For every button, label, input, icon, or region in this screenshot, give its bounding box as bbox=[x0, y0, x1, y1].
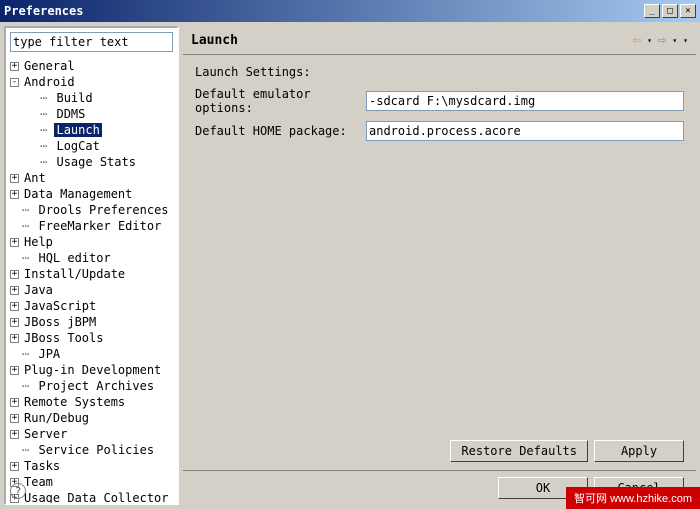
minimize-button[interactable]: _ bbox=[644, 4, 660, 18]
tree-item[interactable]: +Plug-in Development bbox=[6, 362, 177, 378]
tree-item[interactable]: ⋯ HQL editor bbox=[6, 250, 177, 266]
expand-icon[interactable]: + bbox=[10, 398, 19, 407]
tree-item[interactable]: +Data Management bbox=[6, 186, 177, 202]
watermark: 智可网 www.hzhike.com bbox=[566, 487, 700, 509]
tree-label[interactable]: Java bbox=[22, 283, 55, 297]
emulator-options-input[interactable] bbox=[366, 91, 684, 111]
expand-icon[interactable]: + bbox=[10, 302, 19, 311]
tree-item[interactable]: ⋯ FreeMarker Editor bbox=[6, 218, 177, 234]
filter-input[interactable] bbox=[10, 32, 173, 52]
tree-item[interactable]: +Team bbox=[6, 474, 177, 490]
settings-title: Launch Settings: bbox=[195, 65, 684, 79]
help-icon[interactable]: ? bbox=[10, 483, 26, 499]
tree-item[interactable]: +Usage Data Collector bbox=[6, 490, 177, 503]
tree-label[interactable]: Team bbox=[22, 475, 55, 489]
tree-item[interactable]: ⋯ Drools Preferences bbox=[6, 202, 177, 218]
tree-label[interactable]: Server bbox=[22, 427, 69, 441]
tree-item[interactable]: +JavaScript bbox=[6, 298, 177, 314]
expand-icon[interactable]: + bbox=[10, 238, 19, 247]
home-package-input[interactable] bbox=[366, 121, 684, 141]
tree-label[interactable]: Help bbox=[22, 235, 55, 249]
left-panel: +General-Android⋯ Build⋯ DDMS⋯ Launch⋯ L… bbox=[4, 26, 179, 505]
tree-item[interactable]: +JBoss Tools bbox=[6, 330, 177, 346]
apply-button[interactable]: Apply bbox=[594, 440, 684, 462]
tree-label[interactable]: Data Management bbox=[22, 187, 134, 201]
expand-icon[interactable]: + bbox=[10, 62, 19, 71]
tree-label[interactable]: JPA bbox=[36, 347, 62, 361]
tree-label[interactable]: Ant bbox=[22, 171, 48, 185]
tree-label[interactable]: General bbox=[22, 59, 77, 73]
tree-label[interactable]: Install/Update bbox=[22, 267, 127, 281]
tree-label[interactable]: Project Archives bbox=[36, 379, 156, 393]
expand-icon[interactable]: + bbox=[10, 462, 19, 471]
tree-item[interactable]: +Ant bbox=[6, 170, 177, 186]
expand-icon[interactable]: + bbox=[10, 366, 19, 375]
tree-label[interactable]: Plug-in Development bbox=[22, 363, 163, 377]
tree-item[interactable]: +Run/Debug bbox=[6, 410, 177, 426]
tree-item[interactable]: +Help bbox=[6, 234, 177, 250]
tree-item[interactable]: ⋯ JPA bbox=[6, 346, 177, 362]
tree-item[interactable]: ⋯ Service Policies bbox=[6, 442, 177, 458]
tree-label[interactable]: Build bbox=[54, 91, 94, 105]
tree-item[interactable]: -Android bbox=[6, 74, 177, 90]
window-title: Preferences bbox=[4, 4, 644, 18]
home-package-label: Default HOME package: bbox=[195, 124, 360, 138]
close-button[interactable]: × bbox=[680, 4, 696, 18]
tree-label[interactable]: Android bbox=[22, 75, 77, 89]
tree-item[interactable]: +JBoss jBPM bbox=[6, 314, 177, 330]
page-title: Launch bbox=[191, 33, 633, 48]
tree-item[interactable]: +Tasks bbox=[6, 458, 177, 474]
tree-item[interactable]: ⋯ LogCat bbox=[6, 138, 177, 154]
right-panel: Launch ⇦ ▾ ⇨ ▾ ▾ Launch Settings: Default … bbox=[183, 26, 696, 505]
tree-label[interactable]: Remote Systems bbox=[22, 395, 127, 409]
emulator-options-label: Default emulator options: bbox=[195, 87, 360, 115]
tree-label[interactable]: JBoss jBPM bbox=[22, 315, 98, 329]
expand-icon[interactable]: - bbox=[10, 78, 19, 87]
forward-menu-icon[interactable]: ▾ bbox=[672, 36, 677, 45]
tree-label[interactable]: Usage Stats bbox=[54, 155, 137, 169]
expand-icon[interactable]: + bbox=[10, 334, 19, 343]
tree-item[interactable]: +Java bbox=[6, 282, 177, 298]
tree-item[interactable]: ⋯ Build bbox=[6, 90, 177, 106]
tree-item[interactable]: +Server bbox=[6, 426, 177, 442]
tree-label[interactable]: Service Policies bbox=[36, 443, 156, 457]
restore-defaults-button[interactable]: Restore Defaults bbox=[450, 440, 588, 462]
tree-item[interactable]: +Install/Update bbox=[6, 266, 177, 282]
expand-icon[interactable]: + bbox=[10, 174, 19, 183]
tree-label[interactable]: Launch bbox=[54, 123, 101, 137]
tree-label[interactable]: DDMS bbox=[54, 107, 87, 121]
tree-label[interactable]: HQL editor bbox=[36, 251, 112, 265]
preference-tree[interactable]: +General-Android⋯ Build⋯ DDMS⋯ Launch⋯ L… bbox=[6, 56, 177, 503]
tree-label[interactable]: JBoss Tools bbox=[22, 331, 105, 345]
expand-icon[interactable]: + bbox=[10, 318, 19, 327]
tree-item[interactable]: ⋯ Project Archives bbox=[6, 378, 177, 394]
tree-label[interactable]: Usage Data Collector bbox=[22, 491, 171, 503]
tree-label[interactable]: FreeMarker Editor bbox=[36, 219, 163, 233]
tree-label[interactable]: JavaScript bbox=[22, 299, 98, 313]
tree-label[interactable]: LogCat bbox=[54, 139, 101, 153]
expand-icon[interactable]: + bbox=[10, 286, 19, 295]
expand-icon[interactable]: + bbox=[10, 414, 19, 423]
tree-item[interactable]: ⋯ DDMS bbox=[6, 106, 177, 122]
tree-item[interactable]: ⋯ Usage Stats bbox=[6, 154, 177, 170]
back-icon[interactable]: ⇦ bbox=[633, 32, 641, 48]
tree-item[interactable]: ⋯ Launch bbox=[6, 122, 177, 138]
view-menu-icon[interactable]: ▾ bbox=[683, 36, 688, 45]
back-menu-icon[interactable]: ▾ bbox=[647, 36, 652, 45]
window-buttons: _ □ × bbox=[644, 4, 696, 18]
tree-label[interactable]: Run/Debug bbox=[22, 411, 91, 425]
tree-item[interactable]: +Remote Systems bbox=[6, 394, 177, 410]
expand-icon[interactable]: + bbox=[10, 430, 19, 439]
titlebar: Preferences _ □ × bbox=[0, 0, 700, 22]
maximize-button[interactable]: □ bbox=[662, 4, 678, 18]
tree-item[interactable]: +General bbox=[6, 58, 177, 74]
expand-icon[interactable]: + bbox=[10, 270, 19, 279]
forward-icon[interactable]: ⇨ bbox=[658, 32, 666, 48]
expand-icon[interactable]: + bbox=[10, 190, 19, 199]
tree-label[interactable]: Drools Preferences bbox=[36, 203, 170, 217]
tree-label[interactable]: Tasks bbox=[22, 459, 62, 473]
